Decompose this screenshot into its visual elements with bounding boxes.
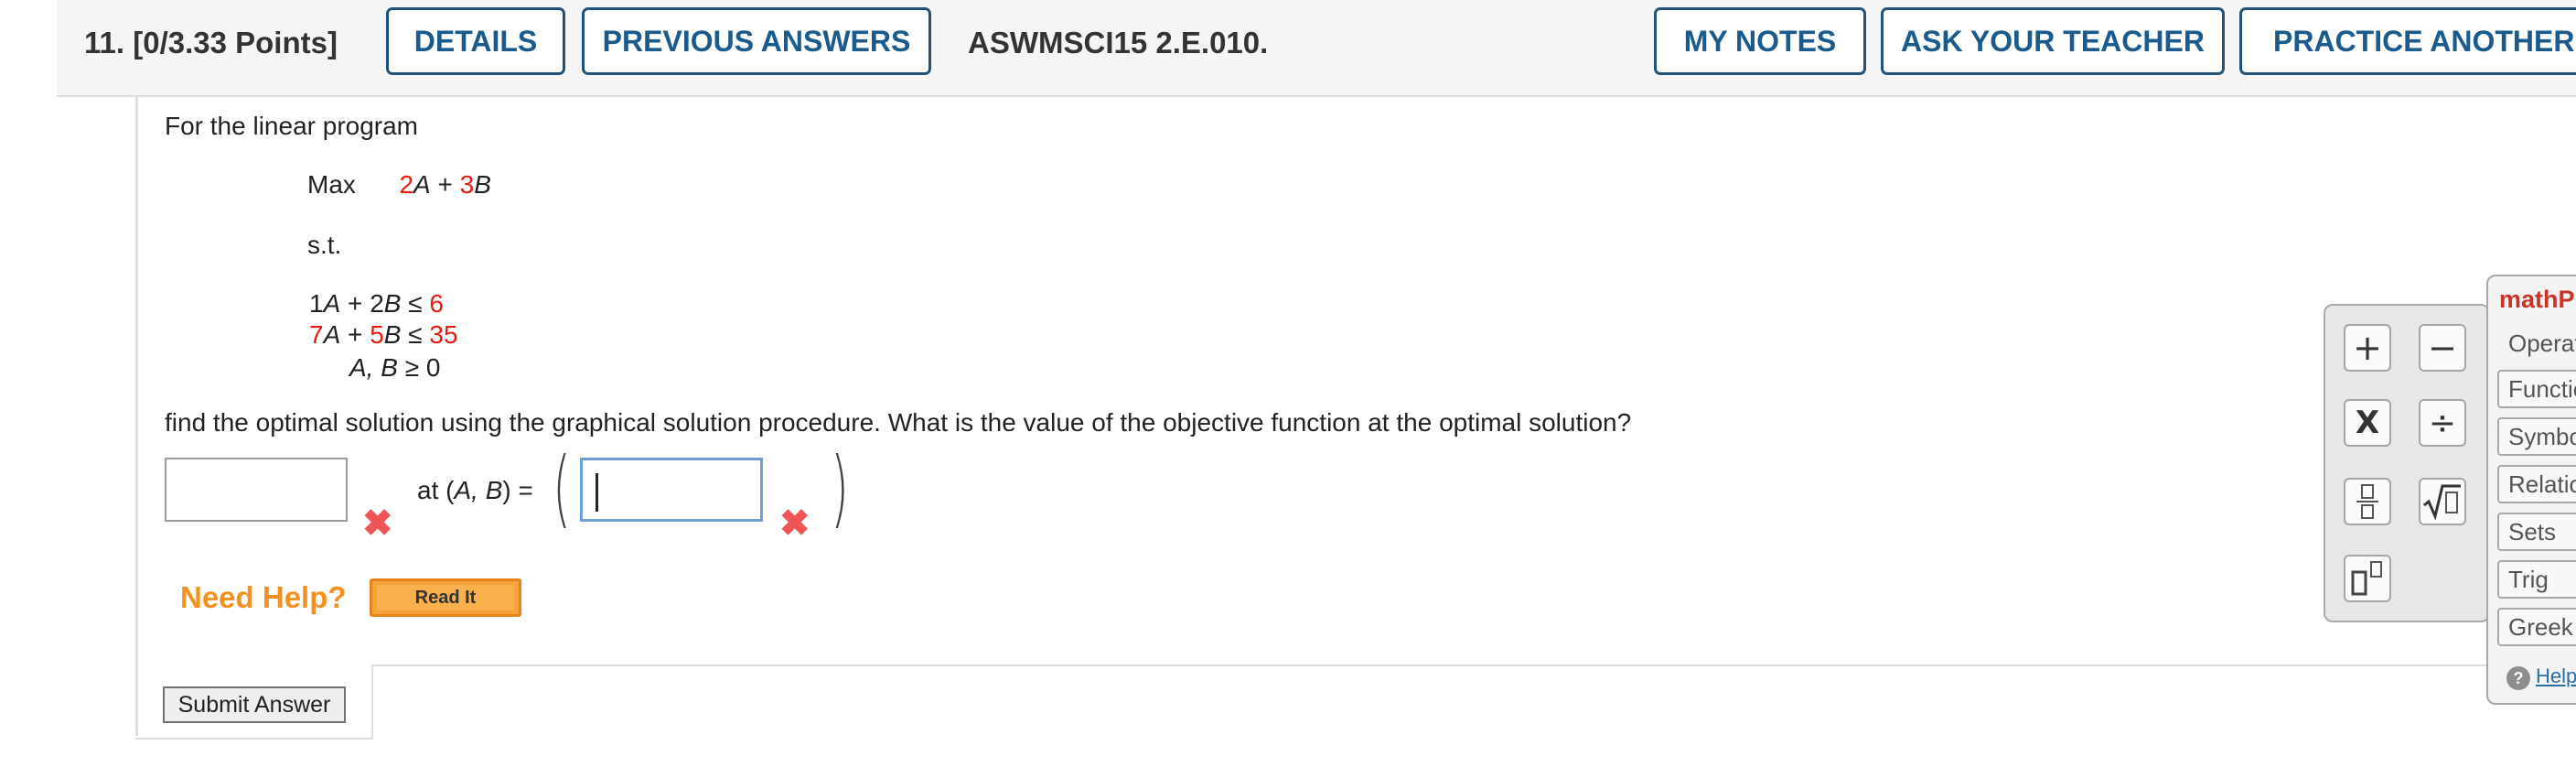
square-root-key[interactable] (2419, 478, 2466, 525)
objective-value-input[interactable] (165, 458, 348, 522)
question-intro: For the linear program (165, 112, 419, 140)
constraint-2-plus: + (348, 320, 363, 349)
constraint-1-op: ≤ (408, 289, 423, 318)
optimal-point-input[interactable] (580, 458, 763, 522)
constraint-2-rhs: 35 (429, 320, 458, 349)
fraction-key[interactable] (2344, 478, 2391, 525)
question-left-border (135, 95, 138, 736)
question-number: 11. (84, 26, 125, 59)
nonnegativity-vars: A, B (349, 353, 398, 382)
previous-answers-button[interactable]: PREVIOUS ANSWERS (582, 7, 931, 75)
power-key[interactable] (2344, 555, 2391, 602)
question-prompt: find the optimal solution using the grap… (165, 408, 1632, 437)
square-root-icon (2423, 484, 2461, 520)
help-icon: ? (2506, 666, 2530, 690)
multiply-key[interactable]: X (2344, 399, 2391, 447)
submit-answer-button[interactable]: Submit Answer (163, 686, 346, 723)
my-notes-button[interactable]: MY NOTES (1654, 7, 1866, 75)
question-code: ASWMSCI15 2.E.010. (968, 26, 1269, 59)
constraint-1-var-a: A (323, 289, 341, 318)
ask-your-teacher-button[interactable]: ASK YOUR TEACHER (1881, 7, 2225, 75)
constraint-2-var-b: B (383, 320, 402, 349)
constraint-2-coef-a: 7 (309, 320, 324, 349)
objective-coef-b: 3 (459, 170, 475, 199)
question-bottom-border (371, 664, 373, 740)
math-pad-trig-tab[interactable]: Trig (2497, 560, 2576, 599)
objective-function: Max 2A + 3B (307, 170, 491, 200)
constraint-2-coef-b: 5 (370, 320, 384, 349)
question-number-and-points: 11. [0/3.33 Points] (84, 26, 338, 60)
math-pad-relations-tab[interactable]: Relatio (2497, 465, 2576, 503)
incorrect-icon: ✖ (779, 503, 810, 544)
at-vars: A, B (454, 476, 503, 504)
read-it-label: Read It (377, 585, 514, 610)
text-cursor (596, 473, 598, 512)
divide-key[interactable]: ÷ (2419, 399, 2466, 447)
constraint-1-coef-b: 2 (370, 289, 384, 318)
subject-to-label: s.t. (307, 231, 342, 259)
nonnegativity-op: ≥ (404, 353, 420, 382)
question-points: [0/3.33 Points] (133, 26, 338, 59)
constraint-1: 1A + 2B ≤ 6 (309, 289, 444, 319)
math-pad-sets-tab[interactable]: Sets (2497, 513, 2576, 551)
objective-plus: + (437, 170, 453, 199)
constraint-2: 7A + 5B ≤ 35 (309, 320, 458, 350)
objective-coef-a: 2 (399, 170, 414, 199)
practice-another-button[interactable]: PRACTICE ANOTHER (2239, 7, 2576, 75)
math-pad-functions-tab[interactable]: Functio (2497, 370, 2576, 408)
constraint-1-coef-a: 1 (309, 289, 324, 318)
constraint-2-op: ≤ (408, 320, 423, 349)
objective-keyword: Max (307, 170, 356, 199)
nonnegativity-rhs: 0 (425, 353, 441, 382)
objective-var-b: B (474, 170, 491, 199)
read-it-button[interactable]: Read It (370, 578, 521, 617)
minus-key[interactable]: − (2419, 324, 2466, 372)
at-point-label: at (A, B) = (417, 476, 533, 505)
constraint-1-rhs: 6 (429, 289, 444, 318)
constraint-1-plus: + (348, 289, 363, 318)
right-paren-icon: ) (831, 439, 849, 537)
constraint-1-var-b: B (383, 289, 402, 318)
question-bottom-border (371, 664, 2576, 666)
question-bottom-border (135, 738, 373, 740)
details-button[interactable]: DETAILS (386, 7, 565, 75)
left-paren-icon: ( (553, 439, 571, 537)
plus-key[interactable]: + (2344, 324, 2391, 372)
at-label-suffix: ) = (502, 476, 533, 504)
fraction-icon (2356, 484, 2378, 519)
need-help-label: Need Help? (180, 580, 347, 614)
nonnegativity-constraint: A, B ≥ 0 (349, 353, 440, 383)
incorrect-icon: ✖ (362, 503, 393, 544)
math-pad-operations-tab[interactable]: Operat (2497, 324, 2576, 362)
constraint-2-var-a: A (323, 320, 341, 349)
at-label-prefix: at ( (417, 476, 455, 504)
objective-var-a: A (413, 170, 431, 199)
power-icon (2351, 561, 2382, 596)
math-pad-help-link[interactable]: Help (2536, 664, 2576, 688)
math-pad-symbols-tab[interactable]: Symbo (2497, 417, 2576, 456)
math-pad-greek-tab[interactable]: Greek (2497, 608, 2576, 646)
math-pad-title: mathP (2499, 286, 2575, 313)
